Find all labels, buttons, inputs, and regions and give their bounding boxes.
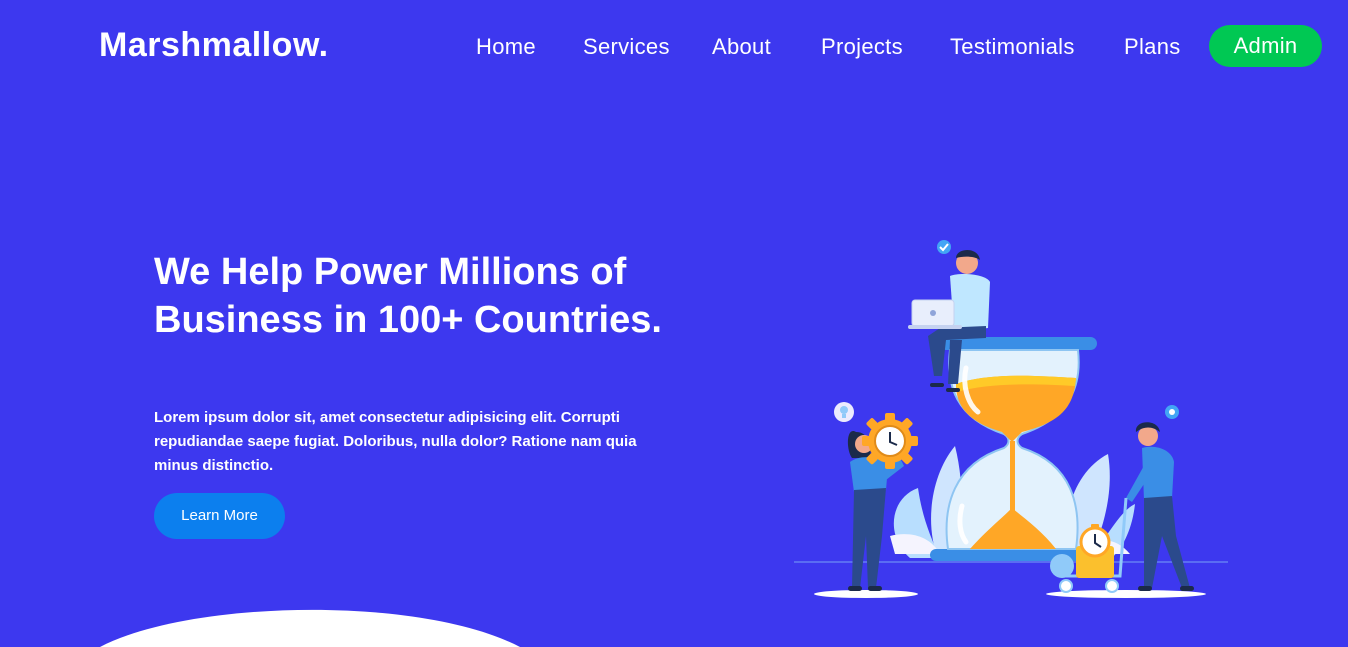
landing-page: Marshmallow. Home Services About Project…	[0, 0, 1348, 647]
nav-plans-link[interactable]: Plans	[1124, 34, 1181, 60]
lightbulb-icon	[834, 402, 854, 422]
clock-icon	[874, 425, 906, 457]
admin-button[interactable]: Admin	[1209, 25, 1322, 67]
nav-home-link[interactable]: Home	[476, 34, 536, 60]
nav-testimonials-link[interactable]: Testimonials	[950, 34, 1075, 60]
check-badge-icon	[937, 240, 951, 254]
nav-services-link[interactable]: Services	[583, 34, 670, 60]
brand-logo[interactable]: Marshmallow.	[99, 26, 329, 65]
hourglass-illustration	[794, 240, 1228, 598]
top-navbar: Marshmallow. Home Services About Project…	[0, 0, 1348, 95]
hourglass-bottom-frame	[930, 549, 1100, 561]
bottom-wave	[100, 609, 520, 647]
nav-projects-link[interactable]: Projects	[821, 34, 903, 60]
learn-more-button[interactable]: Learn More	[154, 493, 285, 539]
hero-description: Lorem ipsum dolor sit, amet consectetur …	[154, 409, 637, 474]
gear-badge-icon	[1165, 405, 1179, 419]
hero-title: We Help Power Millions of Business in 10…	[154, 251, 662, 341]
nav-about-link[interactable]: About	[712, 34, 771, 60]
